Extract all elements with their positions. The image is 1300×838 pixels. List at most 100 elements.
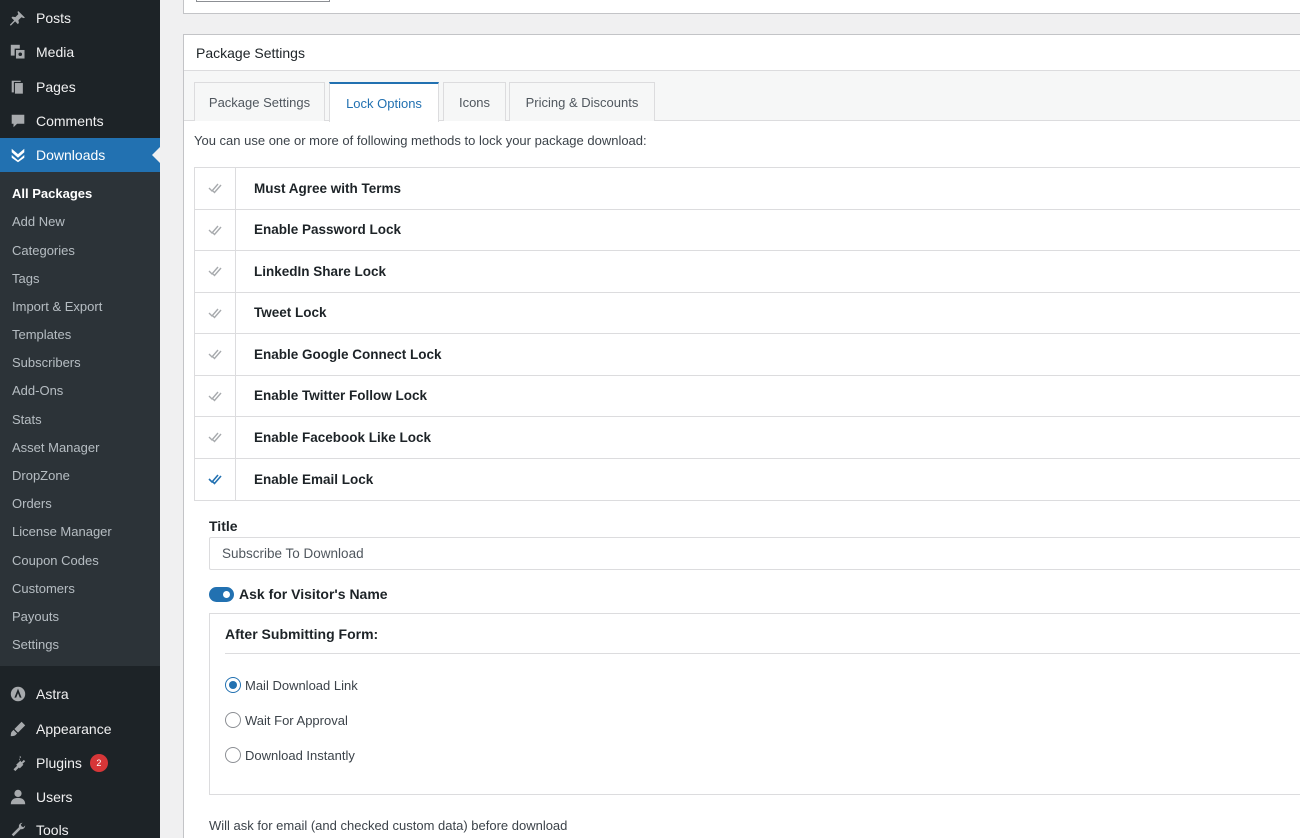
lock-row-terms[interactable]: Must Agree with Terms: [195, 168, 1300, 210]
lock-label: Tweet Lock: [254, 305, 327, 321]
previous-input-field[interactable]: [196, 0, 330, 2]
ask-name-row: Ask for Visitor's Name: [209, 586, 1300, 602]
submenu-payouts[interactable]: Payouts: [12, 608, 59, 626]
option-label: Download Instantly: [245, 747, 355, 763]
pin-icon: [0, 9, 36, 27]
lock-label: Enable Twitter Follow Lock: [254, 388, 428, 404]
submenu-coupon-codes[interactable]: Coupon Codes: [12, 552, 99, 570]
menu-item-astra[interactable]: Astra: [0, 677, 160, 711]
lock-row-password[interactable]: Enable Password Lock: [195, 209, 1300, 251]
submenu-tags[interactable]: Tags: [12, 270, 39, 288]
double-check-icon[interactable]: [195, 251, 236, 292]
menu-label: Media: [36, 44, 75, 60]
radio-button[interactable]: [225, 677, 241, 693]
tab-lock-options[interactable]: Lock Options: [329, 82, 439, 122]
package-settings-metabox: Package Settings Package Settings Lock O…: [183, 34, 1300, 838]
submenu-orders[interactable]: Orders: [12, 495, 52, 513]
option-mail-download-link[interactable]: Mail Download Link: [225, 677, 358, 693]
lock-row-google[interactable]: Enable Google Connect Lock: [195, 334, 1300, 376]
double-check-icon[interactable]: [195, 417, 236, 458]
menu-item-pages[interactable]: Pages: [0, 70, 160, 104]
admin-sidebar: Posts Media Pages Comments Downloads All…: [0, 0, 160, 838]
option-wait-for-approval[interactable]: Wait For Approval: [225, 712, 348, 728]
tab-pricing-discounts[interactable]: Pricing & Discounts: [509, 82, 655, 121]
submenu-asset-manager[interactable]: Asset Manager: [12, 439, 99, 457]
media-icon: [0, 43, 36, 61]
submenu-license-manager[interactable]: License Manager: [12, 523, 112, 541]
email-lock-note: Will ask for email (and checked custom d…: [209, 818, 568, 833]
option-label: Wait For Approval: [245, 712, 348, 728]
lock-label: Enable Google Connect Lock: [254, 346, 442, 362]
menu-item-plugins[interactable]: Plugins 2: [0, 746, 160, 780]
option-download-instantly[interactable]: Download Instantly: [225, 747, 355, 763]
menu-label: Users: [36, 789, 73, 805]
radio-button[interactable]: [225, 747, 241, 763]
previous-metabox: [183, 0, 1300, 14]
email-lock-title-input[interactable]: [209, 537, 1300, 570]
menu-item-comments[interactable]: Comments: [0, 104, 160, 138]
submenu-subscribers[interactable]: Subscribers: [12, 354, 81, 372]
menu-label: Comments: [36, 113, 104, 129]
ask-name-toggle[interactable]: [209, 586, 234, 602]
comments-icon: [0, 112, 36, 130]
users-icon: [0, 788, 36, 806]
downloads-submenu: All Packages Add New Categories Tags Imp…: [0, 172, 160, 666]
lock-row-facebook[interactable]: Enable Facebook Like Lock: [195, 417, 1300, 459]
lock-methods-list: Must Agree with Terms Enable Password Lo…: [194, 167, 1300, 501]
tab-package-settings[interactable]: Package Settings: [194, 82, 325, 121]
menu-label: Tools: [36, 822, 69, 838]
submenu-add-ons[interactable]: Add-Ons: [12, 382, 63, 400]
menu-label: Astra: [36, 686, 69, 702]
menu-item-tools[interactable]: Tools: [0, 813, 160, 838]
double-check-icon[interactable]: [195, 334, 236, 375]
current-menu-arrow: [152, 147, 160, 163]
menu-item-posts[interactable]: Posts: [0, 1, 160, 35]
lock-row-tweet[interactable]: Tweet Lock: [195, 292, 1300, 334]
metabox-title: Package Settings: [184, 35, 1300, 71]
menu-label: Pages: [36, 79, 76, 95]
submenu-settings[interactable]: Settings: [12, 636, 59, 654]
double-check-icon[interactable]: [195, 375, 236, 416]
lock-label: Enable Email Lock: [254, 471, 374, 487]
double-check-icon[interactable]: [195, 458, 236, 500]
pages-icon: [0, 78, 36, 96]
menu-item-appearance[interactable]: Appearance: [0, 712, 160, 746]
title-label: Title: [209, 518, 238, 534]
menu-item-users[interactable]: Users: [0, 780, 160, 814]
menu-item-media[interactable]: Media: [0, 35, 160, 69]
submenu-import-export[interactable]: Import & Export: [12, 298, 102, 316]
double-check-icon[interactable]: [195, 168, 236, 209]
lock-label: Enable Password Lock: [254, 222, 402, 238]
menu-item-downloads[interactable]: Downloads: [0, 138, 160, 172]
submenu-templates[interactable]: Templates: [12, 326, 71, 344]
menu-label: Downloads: [36, 147, 106, 163]
appearance-icon: [0, 720, 36, 738]
lock-label: LinkedIn Share Lock: [254, 263, 387, 279]
double-check-icon[interactable]: [195, 209, 236, 250]
settings-tabs: Package Settings Lock Options Icons Pric…: [184, 71, 1300, 122]
submenu-dropzone[interactable]: DropZone: [12, 467, 70, 485]
menu-label: Posts: [36, 10, 72, 26]
submenu-all-packages[interactable]: All Packages: [12, 185, 92, 203]
double-check-icon[interactable]: [195, 292, 236, 333]
lock-intro-text: You can use one or more of following met…: [194, 133, 647, 148]
plugins-update-badge: 2: [89, 754, 108, 772]
radio-button[interactable]: [225, 712, 241, 728]
lock-row-email[interactable]: Enable Email Lock: [195, 458, 1300, 500]
lock-row-linkedin[interactable]: LinkedIn Share Lock: [195, 251, 1300, 293]
lock-label: Must Agree with Terms: [254, 180, 402, 196]
email-lock-settings: Title Ask for Visitor's Name After Submi…: [209, 518, 1300, 795]
submenu-stats[interactable]: Stats: [12, 411, 42, 429]
option-label: Mail Download Link: [245, 677, 358, 693]
after-submit-box: After Submitting Form: Mail Download Lin…: [209, 613, 1300, 795]
submenu-categories[interactable]: Categories: [12, 242, 75, 260]
downloads-icon: [0, 146, 36, 164]
submenu-add-new[interactable]: Add New: [12, 213, 65, 231]
lock-row-twitter-follow[interactable]: Enable Twitter Follow Lock: [195, 375, 1300, 417]
submenu-customers[interactable]: Customers: [12, 580, 75, 598]
menu-label: Appearance: [36, 721, 112, 737]
menu-label: Plugins: [36, 755, 82, 771]
after-submit-title: After Submitting Form:: [225, 614, 1300, 654]
lock-label: Enable Facebook Like Lock: [254, 429, 432, 445]
tab-icons[interactable]: Icons: [443, 82, 506, 121]
